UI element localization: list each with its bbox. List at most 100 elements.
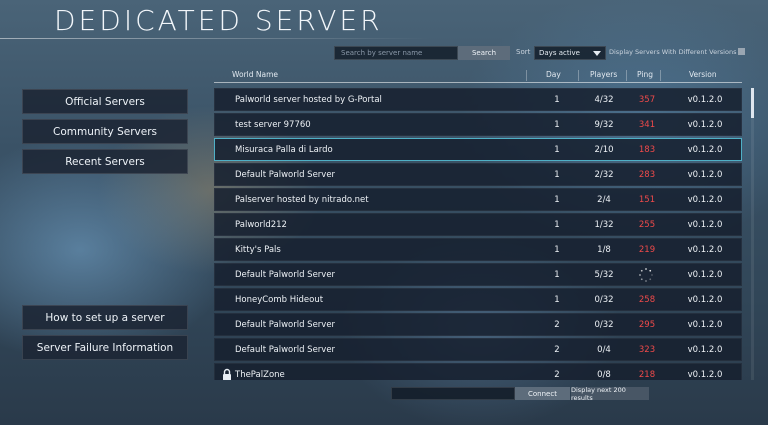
search-button[interactable]: Search — [458, 46, 510, 60]
row-world-name: ThePalZone — [235, 370, 285, 380]
row-version: v0.1.2.0 — [687, 195, 723, 205]
row-world-name: HoneyComb Hideout — [235, 295, 324, 305]
server-list: Palworld server hosted by G-Portal 1 4/32 3… — [214, 88, 742, 380]
table-row[interactable]: test server 97760 1 9/32 341 v0.1.2.0 — [214, 113, 742, 136]
row-ping: 341 — [638, 120, 656, 130]
column-separator — [660, 70, 661, 81]
table-row[interactable]: Misuraca Palla di Lardo 1 2/10 183 v0.1.2.0 — [214, 138, 742, 161]
connect-button[interactable]: Connect — [515, 387, 570, 400]
row-ping: 258 — [638, 295, 656, 305]
sort-selected-value: Days active — [539, 49, 580, 57]
row-world-name: Misuraca Palla di Lardo — [235, 145, 333, 155]
row-ping: 183 — [638, 145, 656, 155]
versions-filter-label: Display Servers With Different Versions — [609, 48, 737, 56]
row-players: 9/32 — [594, 120, 614, 130]
connect-address-input[interactable] — [391, 387, 515, 400]
table-row[interactable]: ThePalZone 2 0/8 218 v0.1.2.0 — [214, 363, 742, 380]
scrollbar-track[interactable] — [751, 88, 754, 380]
row-ping: 218 — [638, 370, 656, 380]
row-version: v0.1.2.0 — [687, 220, 723, 230]
row-world-name: Default Palworld Server — [235, 320, 336, 330]
display-next-button[interactable]: Display next 200 results — [571, 386, 649, 402]
row-version: v0.1.2.0 — [687, 170, 723, 180]
row-ping: 357 — [638, 95, 656, 105]
row-day: 1 — [554, 95, 560, 105]
community-servers-button[interactable]: Community Servers — [22, 119, 188, 144]
row-players: 0/8 — [597, 370, 611, 380]
table-row[interactable]: Kitty's Pals 1 1/8 219 v0.1.2.0 — [214, 238, 742, 261]
row-version: v0.1.2.0 — [687, 295, 723, 305]
table-row[interactable]: HoneyComb Hideout 1 0/32 258 v0.1.2.0 — [214, 288, 742, 311]
setup-server-button[interactable]: How to set up a server — [22, 305, 188, 330]
table-row[interactable]: Default Palworld Server 1 5/32 v0.1.2.0 — [214, 263, 742, 286]
header-world-name[interactable]: World Name — [232, 70, 278, 79]
column-separator — [578, 70, 579, 81]
row-day: 1 — [554, 245, 560, 255]
row-version: v0.1.2.0 — [687, 120, 723, 130]
row-version: v0.1.2.0 — [687, 320, 723, 330]
row-ping: 255 — [638, 220, 656, 230]
row-day: 2 — [554, 345, 560, 355]
row-version: v0.1.2.0 — [687, 245, 723, 255]
scrollbar-thumb[interactable] — [751, 88, 754, 118]
row-day: 2 — [554, 370, 560, 380]
header-ping[interactable]: Ping — [637, 70, 653, 79]
row-world-name: Default Palworld Server — [235, 170, 336, 180]
row-players: 1/32 — [594, 220, 614, 230]
row-day: 1 — [554, 120, 560, 130]
header-divider — [214, 82, 742, 83]
table-row[interactable]: Palserver hosted by nitrado.net 1 2/4 151 v0… — [214, 188, 742, 211]
row-world-name: Default Palworld Server — [235, 345, 336, 355]
loading-spinner-icon — [639, 268, 653, 282]
title-divider — [0, 38, 430, 39]
row-players: 0/32 — [594, 295, 614, 305]
lock-icon — [223, 368, 231, 380]
row-ping: 323 — [638, 345, 656, 355]
row-day: 1 — [554, 170, 560, 180]
table-header: World Name Day Players Ping Version — [214, 68, 742, 82]
table-row[interactable]: Palworld server hosted by G-Portal 1 4/32 3… — [214, 88, 742, 111]
row-players: 0/32 — [594, 320, 614, 330]
row-players: 0/4 — [597, 345, 611, 355]
server-failure-button[interactable]: Server Failure Information — [22, 335, 188, 360]
row-day: 1 — [554, 195, 560, 205]
row-players: 2/10 — [594, 145, 614, 155]
search-input[interactable] — [334, 46, 458, 60]
row-day: 2 — [554, 320, 560, 330]
row-ping: 295 — [638, 320, 656, 330]
row-version: v0.1.2.0 — [687, 370, 723, 380]
header-players[interactable]: Players — [590, 70, 617, 79]
row-version: v0.1.2.0 — [687, 270, 723, 280]
sort-dropdown[interactable]: Days active — [534, 46, 606, 60]
page-title: DEDICATED SERVER — [54, 4, 383, 37]
row-world-name: Palworld server hosted by G-Portal — [235, 95, 382, 105]
row-players: 4/32 — [594, 95, 614, 105]
row-world-name: Palserver hosted by nitrado.net — [235, 195, 369, 205]
recent-servers-button[interactable]: Recent Servers — [22, 149, 188, 174]
row-day: 1 — [554, 220, 560, 230]
header-version[interactable]: Version — [689, 70, 717, 79]
chevron-down-icon — [593, 51, 601, 56]
header-day[interactable]: Day — [546, 70, 561, 79]
row-ping: 283 — [638, 170, 656, 180]
row-version: v0.1.2.0 — [687, 95, 723, 105]
row-version: v0.1.2.0 — [687, 345, 723, 355]
official-servers-button[interactable]: Official Servers — [22, 89, 188, 114]
sort-label: Sort — [516, 48, 531, 56]
table-row[interactable]: Default Palworld Server 1 2/32 283 v0.1.2.0 — [214, 163, 742, 186]
column-separator — [526, 70, 527, 81]
row-ping: 219 — [638, 245, 656, 255]
row-world-name: Kitty's Pals — [235, 245, 281, 255]
row-ping: 151 — [638, 195, 656, 205]
row-day: 1 — [554, 145, 560, 155]
row-players: 1/8 — [597, 245, 611, 255]
row-world-name: Default Palworld Server — [235, 270, 336, 280]
table-row[interactable]: Default Palworld Server 2 0/32 295 v0.1.2.0 — [214, 313, 742, 336]
row-players: 2/4 — [597, 195, 611, 205]
versions-filter-checkbox[interactable] — [738, 48, 745, 55]
column-separator — [626, 70, 627, 81]
table-row[interactable]: Palworld212 1 1/32 255 v0.1.2.0 — [214, 213, 742, 236]
table-row[interactable]: Default Palworld Server 2 0/4 323 v0.1.2.0 — [214, 338, 742, 361]
row-world-name: test server 97760 — [235, 120, 311, 130]
row-players: 5/32 — [594, 270, 614, 280]
